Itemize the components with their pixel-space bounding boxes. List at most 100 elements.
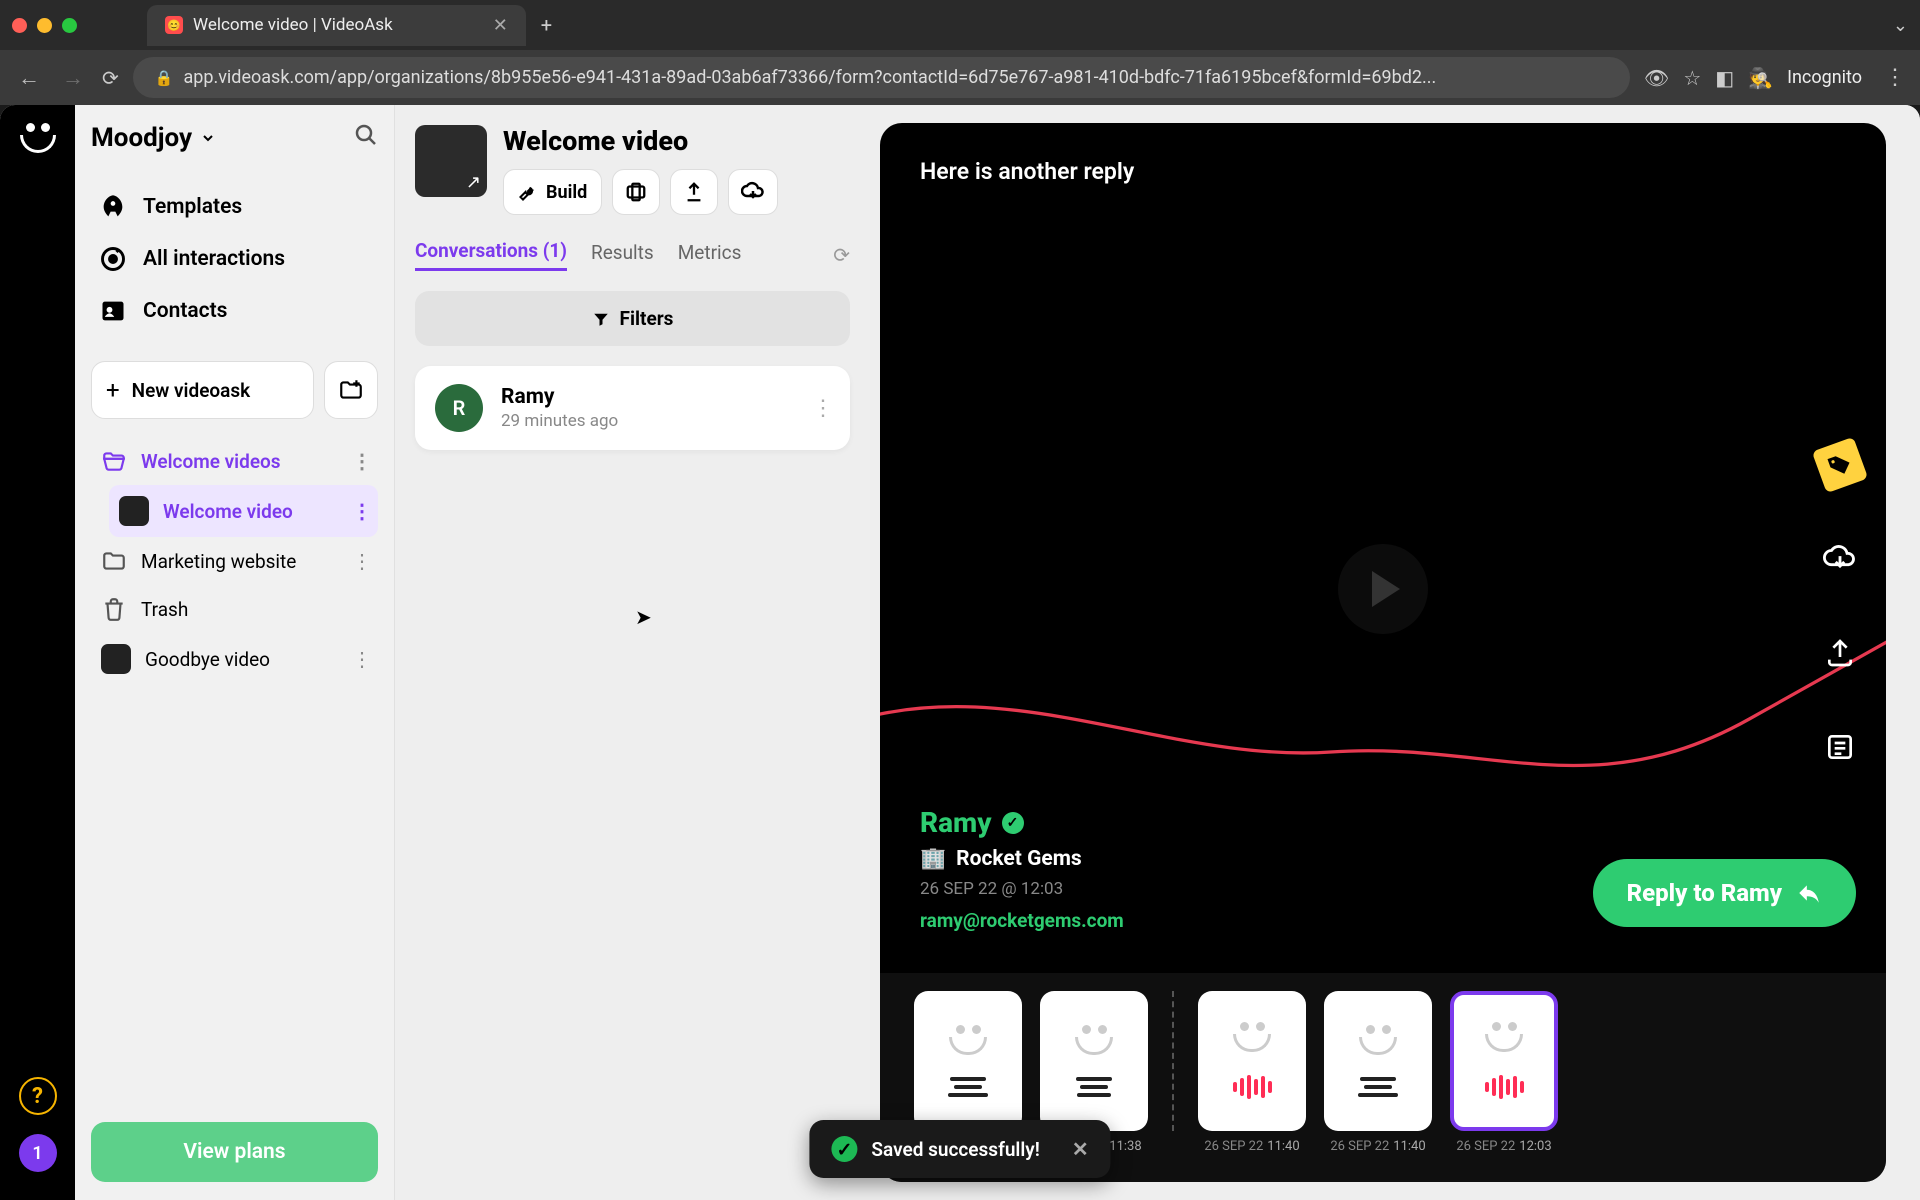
download-button[interactable]	[728, 169, 778, 215]
fullscreen-window-icon[interactable]	[62, 18, 77, 33]
more-icon[interactable]: ⋮	[352, 549, 372, 573]
folder-icon	[101, 548, 127, 574]
reload-icon[interactable]: ⟳	[102, 66, 119, 90]
tag-icon[interactable]	[1812, 437, 1868, 493]
tab-results[interactable]: Results	[591, 241, 654, 270]
folder-marketing[interactable]: Marketing website ⋮	[91, 537, 378, 585]
conversation-time: 29 minutes ago	[501, 411, 618, 431]
response-thumb[interactable]: 26 SEP 2211:40	[1198, 991, 1306, 1154]
new-videoask-button[interactable]: + New videoask	[91, 361, 314, 419]
contact-name-text: Ramy	[920, 806, 992, 839]
verified-icon: ✓	[1002, 812, 1024, 834]
browser-tab[interactable]: 😊 Welcome video | VideoAsk ✕	[147, 5, 526, 46]
conversation-card[interactable]: R Ramy 29 minutes ago ⋮	[415, 366, 850, 450]
transcript-icon[interactable]	[1818, 725, 1862, 769]
response-thumb-selected[interactable]: 26 SEP 2212:03	[1450, 991, 1558, 1154]
conversation-name: Ramy	[501, 385, 618, 409]
folder-label: Welcome videos	[141, 450, 281, 473]
nav-interactions[interactable]: All interactions	[91, 233, 378, 285]
embed-button[interactable]	[612, 169, 660, 215]
item-goodbye-video[interactable]: Goodbye video ⋮	[91, 633, 378, 685]
build-label: Build	[546, 182, 587, 203]
tab-title: Welcome video | VideoAsk	[193, 15, 393, 35]
item-label: Goodbye video	[145, 648, 270, 671]
item-welcome-video[interactable]: Welcome video ⋮	[109, 485, 378, 537]
form-thumbnail[interactable]	[415, 125, 487, 197]
close-toast-icon[interactable]: ✕	[1072, 1137, 1089, 1161]
share-icon[interactable]	[1818, 631, 1862, 675]
contacts-icon	[99, 297, 127, 325]
refresh-icon[interactable]: ⟳	[833, 243, 850, 267]
filter-icon	[592, 310, 610, 328]
url-text: app.videoask.com/app/organizations/8b955…	[183, 67, 1436, 88]
embed-icon	[625, 181, 647, 203]
chevron-down-icon	[200, 130, 216, 146]
extensions-icon[interactable]: ◧	[1715, 66, 1734, 90]
nav-contacts[interactable]: Contacts	[91, 285, 378, 337]
audio-type-icon	[1233, 1074, 1272, 1100]
tracking-icon[interactable]: 👁	[1644, 66, 1669, 90]
more-icon[interactable]: ⋮	[812, 396, 834, 421]
thumb-timestamp: 26 SEP 2211:40	[1324, 1139, 1432, 1154]
tab-overflow-icon[interactable]: ⌄	[1893, 15, 1908, 36]
nav-contacts-label: Contacts	[143, 299, 227, 323]
browser-menu-icon[interactable]: ⋮	[1884, 65, 1906, 90]
response-thumb[interactable]: 26 SEP 2211:40	[1324, 991, 1432, 1154]
org-switcher[interactable]: Moodjoy	[91, 123, 216, 153]
trash-icon	[101, 596, 127, 622]
build-button[interactable]: Build	[503, 169, 602, 215]
avatar: R	[435, 384, 483, 432]
more-icon[interactable]: ⋮	[352, 499, 372, 523]
building-icon: 🏢	[920, 847, 946, 871]
close-window-icon[interactable]	[12, 18, 27, 33]
toast-text: Saved successfully!	[871, 1138, 1039, 1161]
close-tab-icon[interactable]: ✕	[493, 15, 508, 36]
contact-name: Ramy ✓	[920, 806, 1124, 839]
view-plans-button[interactable]: View plans	[91, 1122, 378, 1182]
cursor-icon: ➤	[635, 605, 652, 629]
address-bar[interactable]: 🔒 app.videoask.com/app/organizations/8b9…	[133, 57, 1630, 98]
search-icon[interactable]	[354, 123, 378, 153]
back-icon[interactable]: ←	[14, 65, 44, 91]
rocket-icon	[99, 193, 127, 221]
play-button[interactable]	[1338, 544, 1428, 634]
tab-metrics[interactable]: Metrics	[678, 241, 742, 270]
help-icon[interactable]: ?	[19, 1077, 57, 1115]
filters-button[interactable]: Filters	[415, 291, 850, 346]
window-controls[interactable]	[12, 18, 77, 33]
video-player: Here is another reply	[880, 123, 1886, 1182]
sidebar: Moodjoy Templates All interactions Conta…	[75, 105, 395, 1200]
download-icon[interactable]	[1818, 537, 1862, 581]
notification-badge[interactable]: 1	[19, 1134, 57, 1172]
audio-type-icon	[1485, 1074, 1524, 1100]
org-name-label: Moodjoy	[91, 123, 192, 153]
logo-icon[interactable]	[17, 123, 59, 165]
incognito-label: Incognito	[1787, 67, 1862, 88]
new-folder-button[interactable]	[324, 361, 378, 419]
new-tab-icon[interactable]: +	[541, 13, 552, 37]
conversations-column: Welcome video Build	[395, 105, 870, 1200]
form-title: Welcome video	[503, 125, 778, 157]
more-icon[interactable]: ⋮	[352, 647, 372, 671]
incognito-icon: 🕵	[1748, 66, 1773, 90]
folder-trash[interactable]: Trash	[91, 585, 378, 633]
minimize-window-icon[interactable]	[37, 18, 52, 33]
more-icon[interactable]: ⋮	[352, 449, 372, 473]
app-rail: ? 1	[0, 105, 75, 1200]
wrench-icon	[518, 182, 538, 202]
video-thumb-icon	[119, 496, 149, 526]
tab-favicon-icon: 😊	[165, 16, 183, 34]
folder-welcome-videos[interactable]: Welcome videos ⋮	[91, 437, 378, 485]
text-check-type-icon	[1076, 1077, 1112, 1097]
bookmark-icon[interactable]: ☆	[1683, 66, 1701, 90]
tab-conversations[interactable]: Conversations (1)	[415, 239, 567, 271]
thumb-timestamp: 26 SEP 2211:40	[1198, 1139, 1306, 1154]
reply-button[interactable]: Reply to Ramy	[1593, 859, 1856, 927]
share-button[interactable]	[670, 169, 718, 215]
lock-icon: 🔒	[155, 69, 174, 87]
contact-email[interactable]: ramy@rocketgems.com	[920, 909, 1124, 932]
nav-templates[interactable]: Templates	[91, 181, 378, 233]
view-plans-label: View plans	[183, 1140, 285, 1164]
reply-label: Reply to Ramy	[1627, 879, 1782, 907]
video-thumb-icon	[101, 644, 131, 674]
